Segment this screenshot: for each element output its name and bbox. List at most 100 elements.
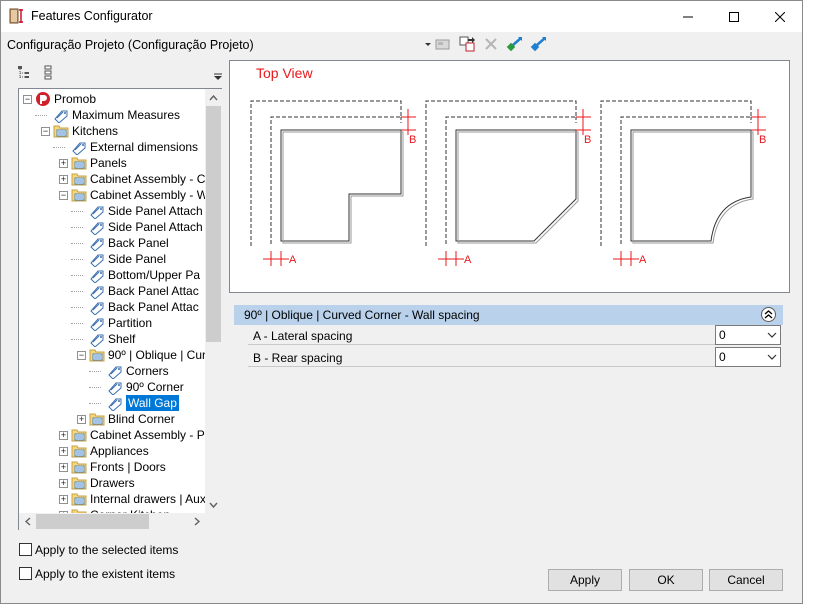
tree-item[interactable]: + Fronts | Doors: [19, 459, 205, 475]
delete-icon[interactable]: [482, 35, 500, 53]
folder-icon: [71, 427, 87, 443]
expand-icon[interactable]: +: [59, 463, 68, 472]
lateral-spacing-select[interactable]: 0: [715, 325, 781, 345]
collapse-icon[interactable]: −: [59, 191, 68, 200]
tree-item[interactable]: Back Panel: [19, 235, 205, 252]
minimize-button[interactable]: [665, 1, 711, 32]
tree-view-icon[interactable]: [17, 65, 33, 81]
collapse-icon[interactable]: −: [77, 351, 86, 360]
tree-item[interactable]: + Panels: [19, 155, 205, 171]
tree-toolbar: [17, 63, 225, 85]
folder-icon: [71, 155, 87, 171]
collapse-icon[interactable]: −: [23, 95, 32, 104]
expand-icon[interactable]: +: [59, 159, 68, 168]
tree-item-label: Wall Gap: [126, 395, 179, 411]
tree-item-label: 90º Corner: [126, 380, 184, 394]
list-view-icon[interactable]: [41, 65, 57, 81]
tree-item[interactable]: Side Panel: [19, 251, 205, 268]
tree-item[interactable]: − Kitchens: [19, 123, 205, 139]
tree-item[interactable]: External dimensions: [19, 139, 205, 156]
collapse-button[interactable]: [761, 307, 776, 322]
tag-icon: [89, 203, 105, 220]
maximize-button[interactable]: [711, 1, 757, 32]
property-group-header[interactable]: 90º | Oblique | Curved Corner - Wall spa…: [234, 305, 783, 325]
tag-icon: [89, 267, 105, 284]
expand-icon[interactable]: +: [59, 447, 68, 456]
expand-icon[interactable]: +: [59, 495, 68, 504]
configuration-label: Configuração Projeto (Configuração Proje…: [7, 38, 254, 52]
tree-item-label: Partition: [108, 316, 153, 330]
property-row-rear: B - Rear spacing 0: [248, 347, 781, 367]
ok-button[interactable]: OK: [629, 569, 703, 591]
tree-item[interactable]: Bottom/Upper Pa: [19, 267, 205, 284]
tree-connector: [53, 147, 65, 148]
tree-item[interactable]: Back Panel Attac: [19, 283, 205, 300]
vertical-scroll-thumb[interactable]: [206, 106, 221, 342]
property-row-lateral: A - Lateral spacing 0: [248, 325, 781, 345]
close-button[interactable]: [757, 1, 803, 32]
tree-item[interactable]: − 90º | Oblique | Cur: [19, 347, 205, 363]
tree-item-label: Cabinet Assembly - Pa: [90, 428, 205, 442]
expand-icon[interactable]: +: [77, 415, 86, 424]
tree-connector: [71, 323, 83, 324]
import-icon[interactable]: [506, 35, 524, 53]
tree-item[interactable]: Partition: [19, 315, 205, 332]
apply-existent-checkbox[interactable]: [19, 567, 32, 580]
tree-item-label: Panels: [90, 156, 127, 170]
expand-icon[interactable]: +: [59, 431, 68, 440]
tag-icon: [107, 395, 123, 412]
tree-item[interactable]: Back Panel Attac: [19, 299, 205, 316]
copy-config-icon[interactable]: [458, 35, 476, 53]
tree-item[interactable]: + Cabinet Assembly - Ca: [19, 171, 205, 187]
tree-item-label: Blind Corner: [108, 412, 175, 426]
tree-item-label: External dimensions: [90, 140, 199, 154]
feature-tree[interactable]: − Promob Maximum Measures − Kitchens External…: [18, 88, 222, 530]
scroll-up-icon[interactable]: [205, 89, 222, 106]
tree-connector: [71, 211, 83, 212]
dimension-b-label: B: [759, 134, 766, 146]
tree-item[interactable]: Wall Gap: [19, 395, 205, 412]
scroll-right-icon[interactable]: [188, 513, 205, 530]
tree-item-label: Cabinet Assembly - W: [90, 188, 205, 202]
tree-item-label: Promob: [54, 92, 97, 106]
apply-button[interactable]: Apply: [548, 569, 622, 591]
tree-item[interactable]: Maximum Measures: [19, 107, 205, 124]
tree-item-label: Drawers: [90, 476, 135, 490]
collapse-icon[interactable]: −: [41, 127, 50, 136]
tree-horizontal-scrollbar[interactable]: [19, 513, 205, 530]
tree-connector: [71, 243, 83, 244]
card-icon[interactable]: [434, 35, 452, 53]
export-icon[interactable]: [530, 35, 548, 53]
tree-item[interactable]: − Promob: [19, 91, 205, 107]
tree-item[interactable]: Side Panel Attach: [19, 219, 205, 236]
tree-item[interactable]: Corners: [19, 363, 205, 380]
tree-item[interactable]: + Blind Corner: [19, 411, 205, 427]
expand-icon[interactable]: +: [59, 175, 68, 184]
tree-item[interactable]: + Internal drawers | Auxi: [19, 491, 205, 507]
apply-selected-checkbox[interactable]: [19, 543, 32, 556]
rear-spacing-select[interactable]: 0: [715, 347, 781, 367]
tag-icon: [107, 363, 123, 380]
folder-icon: [53, 123, 69, 139]
scroll-down-icon[interactable]: [205, 496, 222, 513]
tree-item[interactable]: 90º Corner: [19, 379, 205, 396]
tag-icon: [89, 331, 105, 348]
tree-item[interactable]: + Appliances: [19, 443, 205, 459]
cancel-button[interactable]: Cancel: [709, 569, 783, 591]
tree-item[interactable]: Side Panel Attach: [19, 203, 205, 220]
folder-icon: [71, 187, 87, 203]
tree-item-label: 90º | Oblique | Cur: [108, 348, 205, 362]
tree-item-label: Shelf: [108, 332, 136, 346]
expand-icon[interactable]: +: [59, 479, 68, 488]
property-group-title: 90º | Oblique | Curved Corner - Wall spa…: [244, 308, 480, 322]
tree-item[interactable]: Shelf: [19, 331, 205, 348]
tree-item[interactable]: + Drawers: [19, 475, 205, 491]
tree-menu-dropdown-icon[interactable]: [213, 72, 223, 82]
folder-icon: [71, 475, 87, 491]
tree-item-label: Maximum Measures: [72, 108, 181, 122]
tree-vertical-scrollbar[interactable]: [205, 89, 222, 513]
horizontal-scroll-thumb[interactable]: [36, 514, 149, 529]
tree-item[interactable]: + Cabinet Assembly - Pa: [19, 427, 205, 443]
scroll-left-icon[interactable]: [19, 513, 36, 530]
tree-item[interactable]: − Cabinet Assembly - W: [19, 187, 205, 203]
